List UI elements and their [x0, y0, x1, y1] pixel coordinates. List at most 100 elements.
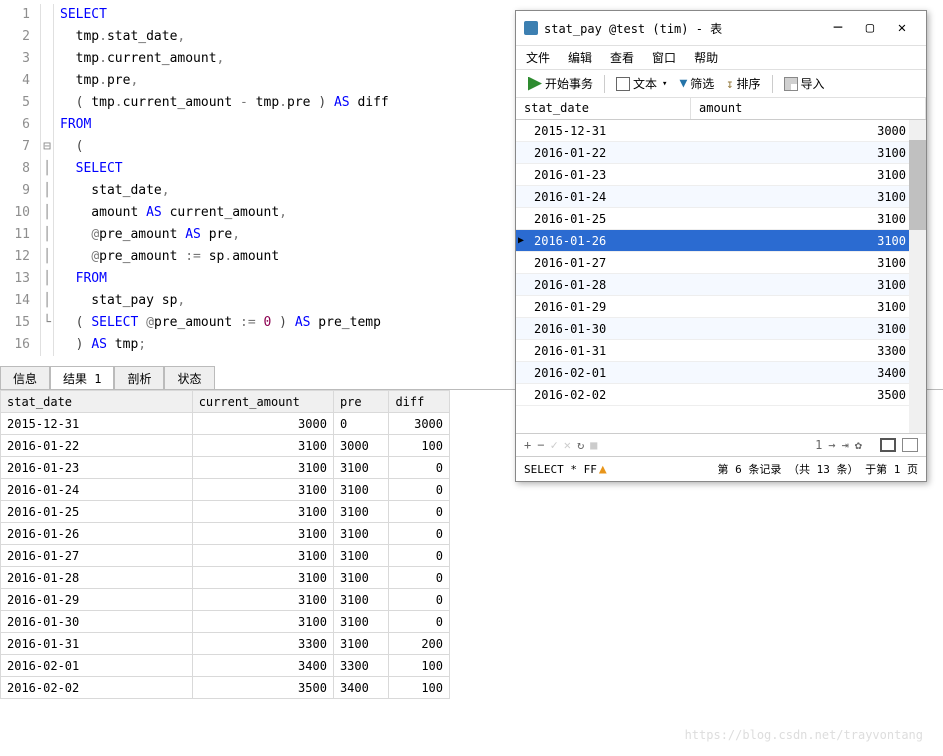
fold-gutter[interactable]: │: [40, 202, 54, 224]
code-text[interactable]: @pre_amount := sp.amount: [54, 246, 279, 268]
cell[interactable]: 0: [389, 589, 450, 611]
tab-status[interactable]: 状态: [164, 366, 214, 389]
code-text[interactable]: tmp.current_amount,: [54, 48, 224, 70]
cell[interactable]: 2016-01-29: [1, 589, 193, 611]
code-text[interactable]: @pre_amount AS pre,: [54, 224, 240, 246]
data-grid[interactable]: 2015-12-3130002016-01-2231002016-01-2331…: [516, 120, 926, 433]
cell[interactable]: 3100: [192, 545, 333, 567]
cell-date[interactable]: 2016-01-27: [516, 252, 691, 273]
fold-gutter[interactable]: │: [40, 224, 54, 246]
table-row[interactable]: 2015-12-31300003000: [1, 413, 450, 435]
fold-gutter[interactable]: [40, 4, 54, 26]
table-row[interactable]: 2016-01-23310031000: [1, 457, 450, 479]
cell[interactable]: 2015-12-31: [1, 413, 193, 435]
refresh-button[interactable]: ↻: [577, 438, 584, 452]
table-row[interactable]: 2016-02-0134003300100: [1, 655, 450, 677]
fold-gutter[interactable]: [40, 26, 54, 48]
cell-amount[interactable]: 3300: [691, 340, 926, 361]
cell-date[interactable]: 2016-01-30: [516, 318, 691, 339]
scrollbar-thumb[interactable]: [909, 140, 926, 230]
add-row-button[interactable]: +: [524, 438, 531, 452]
code-text[interactable]: tmp.pre,: [54, 70, 138, 92]
minimize-button[interactable]: ─: [822, 16, 854, 40]
table-row[interactable]: 2016-01-25310031000: [1, 501, 450, 523]
cell-date[interactable]: 2016-01-23: [516, 164, 691, 185]
table-row[interactable]: 2016-01-233100: [516, 164, 926, 186]
menu-help[interactable]: 帮助: [694, 49, 718, 66]
cell[interactable]: 0: [333, 413, 388, 435]
cell[interactable]: 0: [389, 479, 450, 501]
fold-gutter[interactable]: └: [40, 312, 54, 334]
table-row[interactable]: 2015-12-313000: [516, 120, 926, 142]
menu-edit[interactable]: 编辑: [568, 49, 592, 66]
cell[interactable]: 3100: [192, 435, 333, 457]
cell[interactable]: 2016-01-27: [1, 545, 193, 567]
cell-amount[interactable]: 3000: [691, 120, 926, 141]
cell-amount[interactable]: 3400: [691, 362, 926, 383]
cell-date[interactable]: 2016-01-22: [516, 142, 691, 163]
cell-amount[interactable]: 3100: [691, 208, 926, 229]
col-stat-date[interactable]: stat_date: [1, 391, 193, 413]
cell-amount[interactable]: 3100: [691, 142, 926, 163]
cell[interactable]: 2016-01-30: [1, 611, 193, 633]
fold-gutter[interactable]: │: [40, 268, 54, 290]
table-row[interactable]: 2016-01-24310031000: [1, 479, 450, 501]
code-text[interactable]: SELECT: [54, 158, 123, 180]
tab-result1[interactable]: 结果 1: [50, 366, 114, 389]
cell-date[interactable]: 2016-01-25: [516, 208, 691, 229]
begin-transaction-button[interactable]: 开始事务: [524, 73, 597, 94]
cell[interactable]: 3100: [192, 589, 333, 611]
cell[interactable]: 3100: [333, 567, 388, 589]
cell-amount[interactable]: 3100: [691, 164, 926, 185]
cell[interactable]: 3100: [333, 589, 388, 611]
table-row[interactable]: 2016-02-0235003400100: [1, 677, 450, 699]
cell[interactable]: 2016-02-02: [1, 677, 193, 699]
cell-amount[interactable]: 3100: [691, 274, 926, 295]
cell-amount[interactable]: 3500: [691, 384, 926, 405]
cell[interactable]: 3100: [333, 479, 388, 501]
table-row[interactable]: 2016-01-243100: [516, 186, 926, 208]
cell-date[interactable]: 2015-12-31: [516, 120, 691, 141]
cell[interactable]: 3100: [333, 633, 388, 655]
fold-gutter[interactable]: [40, 70, 54, 92]
cell[interactable]: 2016-01-31: [1, 633, 193, 655]
col-diff[interactable]: diff: [389, 391, 450, 413]
cell-amount[interactable]: 3100: [691, 252, 926, 273]
cell[interactable]: 100: [389, 677, 450, 699]
fold-gutter[interactable]: [40, 114, 54, 136]
cell[interactable]: 100: [389, 435, 450, 457]
cell-date[interactable]: 2016-01-24: [516, 186, 691, 207]
fold-gutter[interactable]: [40, 48, 54, 70]
table-row[interactable]: 2016-01-30310031000: [1, 611, 450, 633]
maximize-button[interactable]: ▢: [854, 16, 886, 40]
cell-date[interactable]: 2016-01-28: [516, 274, 691, 295]
table-row[interactable]: 2016-01-29310031000: [1, 589, 450, 611]
table-row[interactable]: 2016-01-223100: [516, 142, 926, 164]
col-stat-date[interactable]: stat_date: [516, 98, 691, 119]
cell[interactable]: 2016-01-25: [1, 501, 193, 523]
cell[interactable]: 0: [389, 611, 450, 633]
fold-gutter[interactable]: │: [40, 180, 54, 202]
table-row[interactable]: 2016-02-013400: [516, 362, 926, 384]
cell[interactable]: 3100: [333, 501, 388, 523]
cell[interactable]: 200: [389, 633, 450, 655]
table-row[interactable]: 2016-01-303100: [516, 318, 926, 340]
next-button[interactable]: →: [828, 438, 835, 452]
code-text[interactable]: amount AS current_amount,: [54, 202, 287, 224]
code-text[interactable]: SELECT: [54, 4, 107, 26]
table-row[interactable]: 2016-01-293100: [516, 296, 926, 318]
cell-date[interactable]: 2016-01-26: [516, 230, 691, 251]
cell[interactable]: 0: [389, 567, 450, 589]
fold-gutter[interactable]: [40, 92, 54, 114]
delete-row-button[interactable]: −: [537, 438, 544, 452]
tab-info[interactable]: 信息: [0, 366, 50, 389]
cell[interactable]: 2016-01-22: [1, 435, 193, 457]
cell[interactable]: 2016-01-24: [1, 479, 193, 501]
cell-amount[interactable]: 3100: [691, 318, 926, 339]
grid-view-button[interactable]: [880, 438, 896, 452]
cell[interactable]: 2016-01-26: [1, 523, 193, 545]
cell[interactable]: 3500: [192, 677, 333, 699]
cell[interactable]: 3100: [192, 501, 333, 523]
table-row[interactable]: 2016-01-27310031000: [1, 545, 450, 567]
cell[interactable]: 2016-01-23: [1, 457, 193, 479]
